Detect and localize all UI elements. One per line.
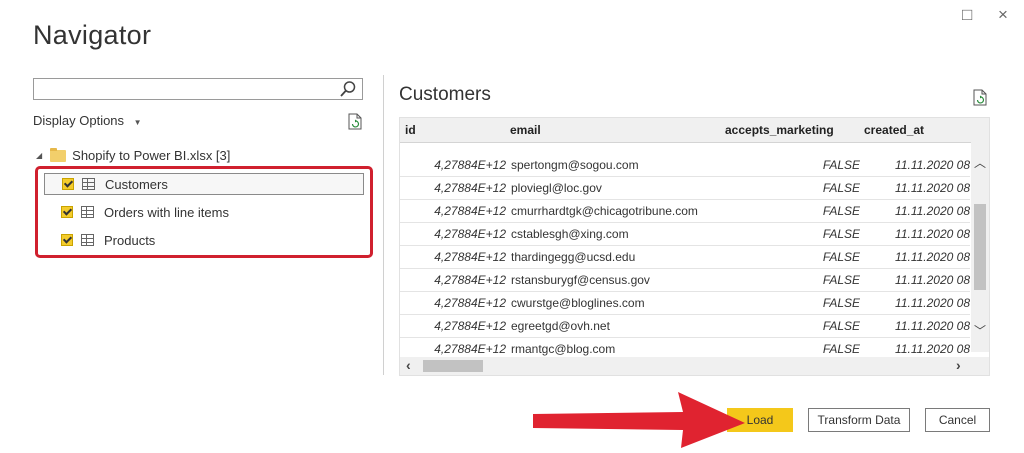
scroll-down-icon[interactable]: ﹀: [974, 322, 986, 339]
table-cell-created-at: 11.11.2020 08: [895, 273, 970, 287]
display-options-dropdown[interactable]: Display Options ▼: [33, 113, 142, 128]
tree-root-label: Shopify to Power BI.xlsx [3]: [72, 148, 231, 163]
table-cell-id: 4,27884E+12: [434, 181, 506, 195]
table-cell-created-at: 11.11.2020 08: [895, 181, 970, 195]
table-row[interactable]: 4,27884E+12 cwurstge@bloglines.com FALSE 11…: [400, 291, 970, 315]
table-cell-id: 4,27884E+12: [434, 342, 506, 356]
table-cell-created-at: 11.11.2020 08: [895, 296, 970, 310]
table-cell-id: 4,27884E+12: [434, 204, 506, 218]
table-cell-created-at: 11.11.2020 08: [895, 158, 970, 172]
preview-table[interactable]: id email accepts_marketing created_at 4,…: [399, 117, 990, 376]
table-cell-email: thardingegg@ucsd.edu: [511, 250, 636, 264]
table-cell-accepts-marketing: FALSE: [822, 250, 860, 264]
table-row[interactable]: 4,27884E+12 spertongm@sogou.com FALSE 11.11…: [400, 153, 970, 177]
scroll-up-icon[interactable]: ︿: [974, 154, 986, 171]
table-cell-accepts-marketing: FALSE: [822, 181, 860, 195]
table-row[interactable]: 4,27884E+12 rstansburygf@census.gov FALSE 1…: [400, 268, 970, 292]
table-cell-accepts-marketing: FALSE: [822, 227, 860, 241]
table-cell-accepts-marketing: FALSE: [822, 204, 860, 218]
table-cell-accepts-marketing: FALSE: [822, 319, 860, 333]
table-cell-email: spertongm@sogou.com: [511, 158, 639, 172]
table-cell-email: rstansburygf@census.gov: [511, 273, 650, 287]
table-cell-id: 4,27884E+12: [434, 273, 506, 287]
table-header: id email accepts_marketing created_at: [400, 118, 989, 143]
table-cell-id: 4,27884E+12: [434, 227, 506, 241]
cancel-button[interactable]: Cancel: [925, 408, 990, 432]
table-cell-id: 4,27884E+12: [434, 158, 506, 172]
transform-data-button[interactable]: Transform Data: [808, 408, 910, 432]
table-cell-created-at: 11.11.2020 08: [895, 342, 970, 356]
tree-root-file[interactable]: ◢ Shopify to Power BI.xlsx [3]: [36, 147, 231, 163]
horizontal-scrollbar[interactable]: ‹ ›: [400, 357, 989, 375]
table-cell-created-at: 11.11.2020 08: [895, 227, 970, 241]
table-cell-created-at: 11.11.2020 08: [895, 204, 970, 218]
scroll-thumb[interactable]: [974, 204, 986, 290]
table-cell-email: cwurstge@bloglines.com: [511, 296, 645, 310]
table-cell-accepts-marketing: FALSE: [822, 158, 860, 172]
table-cell-email: egreetgd@ovh.net: [511, 319, 610, 333]
table-row[interactable]: 4,27884E+12 ploviegl@loc.gov FALSE 11.11.20…: [400, 176, 970, 200]
table-cell-email: cmurrhardtgk@chicagotribune.com: [511, 204, 698, 218]
collapse-caret-icon[interactable]: ◢: [36, 151, 42, 160]
maximize-button[interactable]: □: [962, 6, 972, 23]
table-row[interactable]: 4,27884E+12 egreetgd@ovh.net FALSE 11.11.20…: [400, 314, 970, 338]
pane-divider: [383, 75, 384, 375]
highlight-box: [35, 166, 373, 258]
scroll-left-icon[interactable]: ‹: [406, 357, 411, 373]
red-arrow-annotation: [533, 392, 745, 448]
table-row[interactable]: 4,27884E+12 thardingegg@ucsd.edu FALSE 11.1…: [400, 245, 970, 269]
column-header[interactable]: created_at: [864, 123, 924, 137]
table-cell-accepts-marketing: FALSE: [822, 273, 860, 287]
folder-icon: [50, 147, 67, 162]
refresh-icon[interactable]: [972, 89, 988, 106]
column-header[interactable]: accepts_marketing: [725, 123, 834, 137]
search-box[interactable]: [33, 78, 363, 100]
table-cell-email: cstablesgh@xing.com: [511, 227, 629, 241]
table-cell-email: ploviegl@loc.gov: [511, 181, 602, 195]
column-header[interactable]: id: [405, 123, 416, 137]
table-row[interactable]: 4,27884E+12 cmurrhardtgk@chicagotribune.c…: [400, 199, 970, 223]
table-cell-email: rmantgc@blog.com: [511, 342, 616, 356]
column-header[interactable]: email: [510, 123, 541, 137]
table-cell-accepts-marketing: FALSE: [822, 296, 860, 310]
preview-title: Customers: [399, 84, 491, 105]
table-cell-created-at: 11.11.2020 08: [895, 250, 970, 264]
table-cell-created-at: 11.11.2020 08: [895, 319, 970, 333]
table-cell-accepts-marketing: FALSE: [822, 342, 860, 356]
vertical-scrollbar[interactable]: ︿ ﹀: [971, 142, 989, 352]
window-title: Navigator: [33, 20, 152, 50]
table-cell-id: 4,27884E+12: [434, 250, 506, 264]
display-options-label: Display Options: [33, 113, 125, 128]
table-cell-id: 4,27884E+12: [434, 319, 506, 333]
scroll-right-icon[interactable]: ›: [956, 357, 961, 373]
table-row[interactable]: 4,27884E+12 cstablesgh@xing.com FALSE 11.11…: [400, 222, 970, 246]
search-icon[interactable]: [339, 80, 357, 98]
close-button[interactable]: ×: [998, 6, 1008, 23]
scroll-thumb-horizontal[interactable]: [423, 360, 483, 372]
chevron-down-icon: ▼: [133, 118, 142, 127]
table-cell-id: 4,27884E+12: [434, 296, 506, 310]
refresh-icon[interactable]: [347, 113, 363, 130]
search-input[interactable]: [38, 80, 342, 100]
